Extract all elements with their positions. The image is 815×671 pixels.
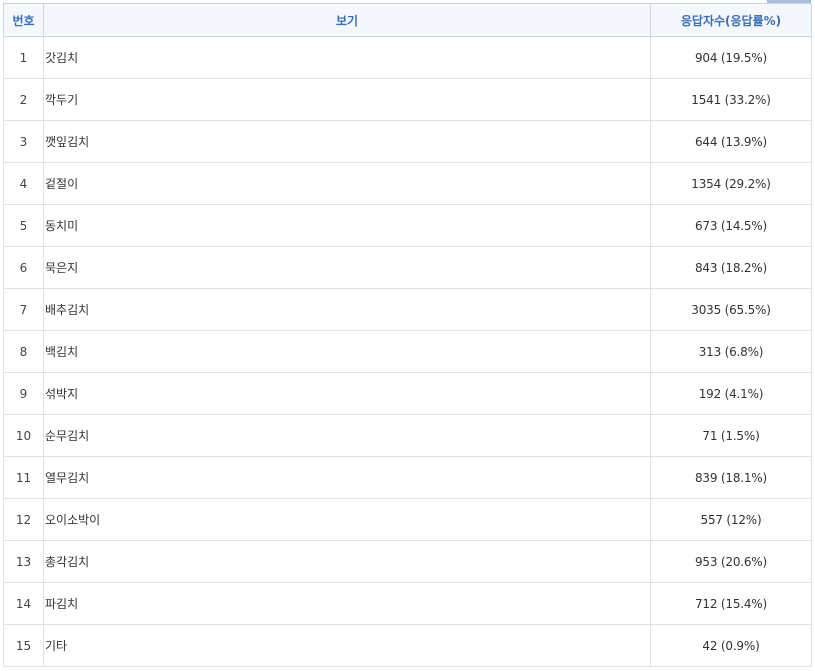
table-row: 13 총각김치 953 (20.6%) [3, 540, 812, 583]
row-number: 10 [3, 414, 44, 457]
row-option: 순무김치 [43, 414, 651, 457]
row-option: 파김치 [43, 582, 651, 625]
row-result: 3035 (65.5%) [650, 288, 812, 331]
table-row: 14 파김치 712 (15.4%) [3, 582, 812, 625]
table-row: 8 백김치 313 (6.8%) [3, 330, 812, 373]
row-number: 7 [3, 288, 44, 331]
row-number: 12 [3, 498, 44, 541]
survey-results-table-container: 번호 보기 응답자수(응답률%) 1 갓김치 904 (19.5%) 2 깍두기 1541… [3, 3, 812, 667]
row-option: 겉절이 [43, 162, 651, 205]
row-number: 11 [3, 456, 44, 499]
row-option: 섞박지 [43, 372, 651, 415]
row-option: 배추김치 [43, 288, 651, 331]
row-option: 열무김치 [43, 456, 651, 499]
row-number: 3 [3, 120, 44, 163]
row-number: 8 [3, 330, 44, 373]
row-result: 1354 (29.2%) [650, 162, 812, 205]
row-result: 71 (1.5%) [650, 414, 812, 457]
row-result: 904 (19.5%) [650, 36, 812, 79]
table-row: 1 갓김치 904 (19.5%) [3, 36, 812, 79]
table-row: 5 동치미 673 (14.5%) [3, 204, 812, 247]
row-result: 712 (15.4%) [650, 582, 812, 625]
row-result: 953 (20.6%) [650, 540, 812, 583]
row-option: 백김치 [43, 330, 651, 373]
table-row: 9 섞박지 192 (4.1%) [3, 372, 812, 415]
row-option: 깍두기 [43, 78, 651, 121]
row-result: 644 (13.9%) [650, 120, 812, 163]
row-result: 843 (18.2%) [650, 246, 812, 289]
row-result: 557 (12%) [650, 498, 812, 541]
row-option: 묵은지 [43, 246, 651, 289]
table-row: 15 기타 42 (0.9%) [3, 624, 812, 667]
row-number: 6 [3, 246, 44, 289]
row-number: 14 [3, 582, 44, 625]
table-row: 6 묵은지 843 (18.2%) [3, 246, 812, 289]
row-result: 839 (18.1%) [650, 456, 812, 499]
table-row: 11 열무김치 839 (18.1%) [3, 456, 812, 499]
row-number: 9 [3, 372, 44, 415]
row-option: 오이소박이 [43, 498, 651, 541]
header-responses: 응답자수(응답률%) [650, 3, 812, 37]
table-row: 3 깻잎김치 644 (13.9%) [3, 120, 812, 163]
row-number: 1 [3, 36, 44, 79]
table-row: 4 겉절이 1354 (29.2%) [3, 162, 812, 205]
header-option: 보기 [43, 3, 651, 37]
row-result: 673 (14.5%) [650, 204, 812, 247]
row-number: 2 [3, 78, 44, 121]
survey-results-table: 번호 보기 응답자수(응답률%) 1 갓김치 904 (19.5%) 2 깍두기 1541… [3, 3, 812, 667]
table-row: 2 깍두기 1541 (33.2%) [3, 78, 812, 121]
table-header-row: 번호 보기 응답자수(응답률%) [3, 3, 812, 37]
row-result: 313 (6.8%) [650, 330, 812, 373]
row-number: 4 [3, 162, 44, 205]
row-option: 총각김치 [43, 540, 651, 583]
row-option: 깻잎김치 [43, 120, 651, 163]
header-number: 번호 [3, 3, 44, 37]
row-number: 15 [3, 624, 44, 667]
row-option: 갓김치 [43, 36, 651, 79]
row-result: 42 (0.9%) [650, 624, 812, 667]
table-row: 10 순무김치 71 (1.5%) [3, 414, 812, 457]
row-number: 5 [3, 204, 44, 247]
table-row: 12 오이소박이 557 (12%) [3, 498, 812, 541]
table-row: 7 배추김치 3035 (65.5%) [3, 288, 812, 331]
row-option: 기타 [43, 624, 651, 667]
row-number: 13 [3, 540, 44, 583]
row-result: 1541 (33.2%) [650, 78, 812, 121]
row-result: 192 (4.1%) [650, 372, 812, 415]
row-option: 동치미 [43, 204, 651, 247]
table-body: 1 갓김치 904 (19.5%) 2 깍두기 1541 (33.2%) 3 깻잎김치 644 … [3, 36, 812, 667]
